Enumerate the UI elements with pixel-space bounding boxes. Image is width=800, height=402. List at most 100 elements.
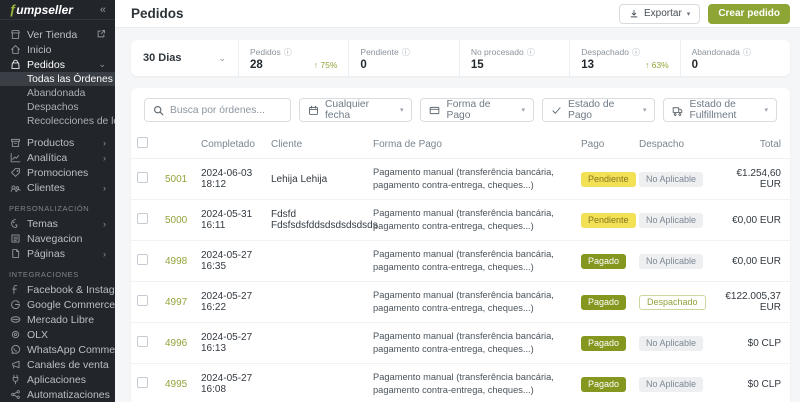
sidebar-item-label: Automatizaciones	[27, 388, 110, 401]
order-link[interactable]: 4998	[165, 256, 187, 267]
row-actions-icon[interactable]: ⋯	[787, 240, 790, 283]
select-all-checkbox[interactable]	[137, 137, 148, 148]
fulfillment-status-badge: No Aplicable	[639, 212, 704, 228]
order-payment-method: Pagamento manual (transferência bancária…	[367, 363, 575, 402]
sidebar-item-analitica[interactable]: Analítica ›	[0, 150, 115, 165]
sidebar-item-facebook-instagram[interactable]: Facebook & Instagram	[0, 282, 115, 297]
sidebar-item-productos[interactable]: Productos ›	[0, 135, 115, 150]
order-search[interactable]	[144, 98, 291, 122]
col-cliente: Cliente	[265, 132, 367, 159]
sidebar-item-whatsapp-commerce[interactable]: WhatsApp Commerce	[0, 342, 115, 357]
row-actions-icon[interactable]: ⋯	[787, 199, 790, 242]
row-actions-icon[interactable]: ⋯	[787, 363, 790, 402]
stat-delta: ↑ 75%	[313, 59, 338, 70]
order-link[interactable]: 4997	[165, 297, 187, 308]
sidebar-item-aplicaciones[interactable]: Aplicaciones	[0, 372, 115, 387]
table-row: 5000 2024-05-31 16:11 Fdsfd Fdsfsdsfddsd…	[131, 199, 790, 242]
content: 30 Dias ⌄ Pedidos ⓘ 28 ↑ 75% Pendiente ⓘ 0 …	[115, 28, 800, 402]
plug-icon	[9, 374, 21, 385]
row-actions-icon[interactable]: ⋯	[787, 281, 790, 324]
row-checkbox[interactable]	[137, 295, 148, 307]
sidebar-item-automatizaciones[interactable]: Automatizaciones	[0, 387, 115, 402]
info-icon[interactable]: ⓘ	[284, 47, 292, 58]
order-link[interactable]: 4996	[165, 338, 187, 349]
sidebar-item-label: Analítica	[27, 151, 68, 164]
stat-value: 15	[470, 58, 484, 71]
order-link[interactable]: 5000	[165, 215, 187, 226]
order-client	[265, 240, 367, 283]
palette-icon	[9, 218, 21, 229]
sidebar-subitem-todas-las-ordenes[interactable]: Todas las Órdenes	[0, 72, 115, 86]
caret-down-icon: ▾	[686, 10, 691, 18]
col-forma-de-pago: Forma de Pago	[367, 132, 575, 159]
sidebar-item-navegacion[interactable]: Navegacion	[0, 231, 115, 246]
row-checkbox[interactable]	[137, 377, 148, 389]
row-actions-icon[interactable]: ⋯	[787, 322, 790, 365]
create-order-button[interactable]: Crear pedido	[708, 3, 790, 24]
megaphone-icon	[9, 359, 21, 370]
home-icon	[9, 44, 21, 55]
collapse-sidebar-icon[interactable]: «	[100, 4, 106, 16]
sidebar-item-temas[interactable]: Temas ›	[0, 216, 115, 231]
stat-label: Pedidos	[250, 47, 281, 57]
info-icon[interactable]: ⓘ	[402, 47, 410, 58]
storefront-icon	[9, 29, 21, 40]
topbar: Pedidos Exportar ▾ Crear pedido	[115, 0, 800, 28]
row-checkbox[interactable]	[137, 213, 148, 225]
fulfillment-status-badge: No Aplicable	[639, 335, 704, 351]
jumpseller-logo[interactable]: ƒumpseller	[9, 2, 73, 17]
users-icon	[9, 182, 21, 193]
shopping-bag-icon	[9, 59, 21, 70]
row-checkbox[interactable]	[137, 336, 148, 348]
stat-label: No procesado	[470, 47, 524, 57]
stat-abandonada: Abandonada ⓘ 0	[681, 40, 790, 76]
payment-method-filter[interactable]: Forma de Pago ▾	[420, 98, 534, 122]
col-actions	[787, 132, 790, 159]
row-checkbox[interactable]	[137, 172, 148, 184]
search-icon	[154, 105, 164, 115]
filters-row: Cualquier fecha ▾ Forma de Pago ▾ Estado…	[131, 88, 790, 132]
stat-label: Abandonada	[691, 47, 740, 57]
sidebar-item-mercado-libre[interactable]: Mercado Libre	[0, 312, 115, 327]
sidebar-subitem-despachos[interactable]: Despachos	[0, 100, 115, 114]
search-input[interactable]	[170, 104, 282, 116]
fulfillment-filter[interactable]: Estado de Fulfillment ▾	[663, 98, 777, 122]
sidebar-item-pedidos[interactable]: Pedidos ⌄	[0, 57, 115, 72]
payment-status-badge: Pagado	[581, 294, 627, 310]
order-client: Fdsfd Fdsfsdsfddsdsdsdsdsds	[265, 199, 378, 242]
sidebar-item-clientes[interactable]: Clientes ›	[0, 180, 115, 195]
sidebar-item-label: Aplicaciones	[27, 373, 86, 386]
sidebar-item-inicio[interactable]: Inicio	[0, 42, 115, 57]
sidebar-item-ver-tienda[interactable]: Ver Tienda	[0, 27, 115, 42]
order-client	[265, 322, 367, 365]
order-payment-method: Pagamento manual (transferência bancária…	[367, 199, 575, 242]
sidebar-item-promociones[interactable]: Promociones	[0, 165, 115, 180]
info-icon[interactable]: ⓘ	[527, 47, 535, 58]
order-link[interactable]: 5001	[165, 174, 187, 185]
payment-status-filter[interactable]: Estado de Pago ▾	[541, 98, 656, 122]
sidebar-item-canales-de-venta[interactable]: Canales de venta	[0, 357, 115, 372]
stat-value: 13	[581, 58, 595, 71]
stat-value: 0	[691, 58, 699, 71]
sidebar-subitem-recolecciones[interactable]: Recolecciones de los despachos	[0, 114, 115, 128]
order-link[interactable]: 4995	[165, 379, 187, 390]
export-button[interactable]: Exportar ▾	[619, 3, 701, 24]
info-icon[interactable]: ⓘ	[743, 47, 751, 58]
stat-label: Pendiente	[360, 47, 399, 57]
period-select[interactable]: 30 Dias ⌄	[131, 40, 239, 76]
stat-value: 0	[360, 58, 367, 71]
sidebar-subitem-abandonada[interactable]: Abandonada	[0, 86, 115, 100]
table-row: 5001 2024-06-03 18:12 Lehija Lehija Paga…	[131, 158, 790, 201]
date-filter[interactable]: Cualquier fecha ▾	[298, 98, 413, 122]
row-actions-icon[interactable]: ⋯	[787, 158, 790, 201]
sidebar-item-label: Promociones	[27, 166, 89, 179]
row-checkbox[interactable]	[137, 254, 148, 266]
sidebar-item-label: Navegacion	[27, 232, 83, 245]
col-order-number	[159, 132, 195, 159]
sidebar-item-paginas[interactable]: Páginas ›	[0, 246, 115, 261]
payment-status-badge: Pagado	[581, 335, 627, 351]
sidebar-item-google-commerce[interactable]: Google Commerce	[0, 297, 115, 312]
sidebar-item-label: Facebook & Instagram	[27, 283, 115, 296]
info-icon[interactable]: ⓘ	[632, 47, 640, 58]
sidebar-item-olx[interactable]: OLX	[0, 327, 115, 342]
